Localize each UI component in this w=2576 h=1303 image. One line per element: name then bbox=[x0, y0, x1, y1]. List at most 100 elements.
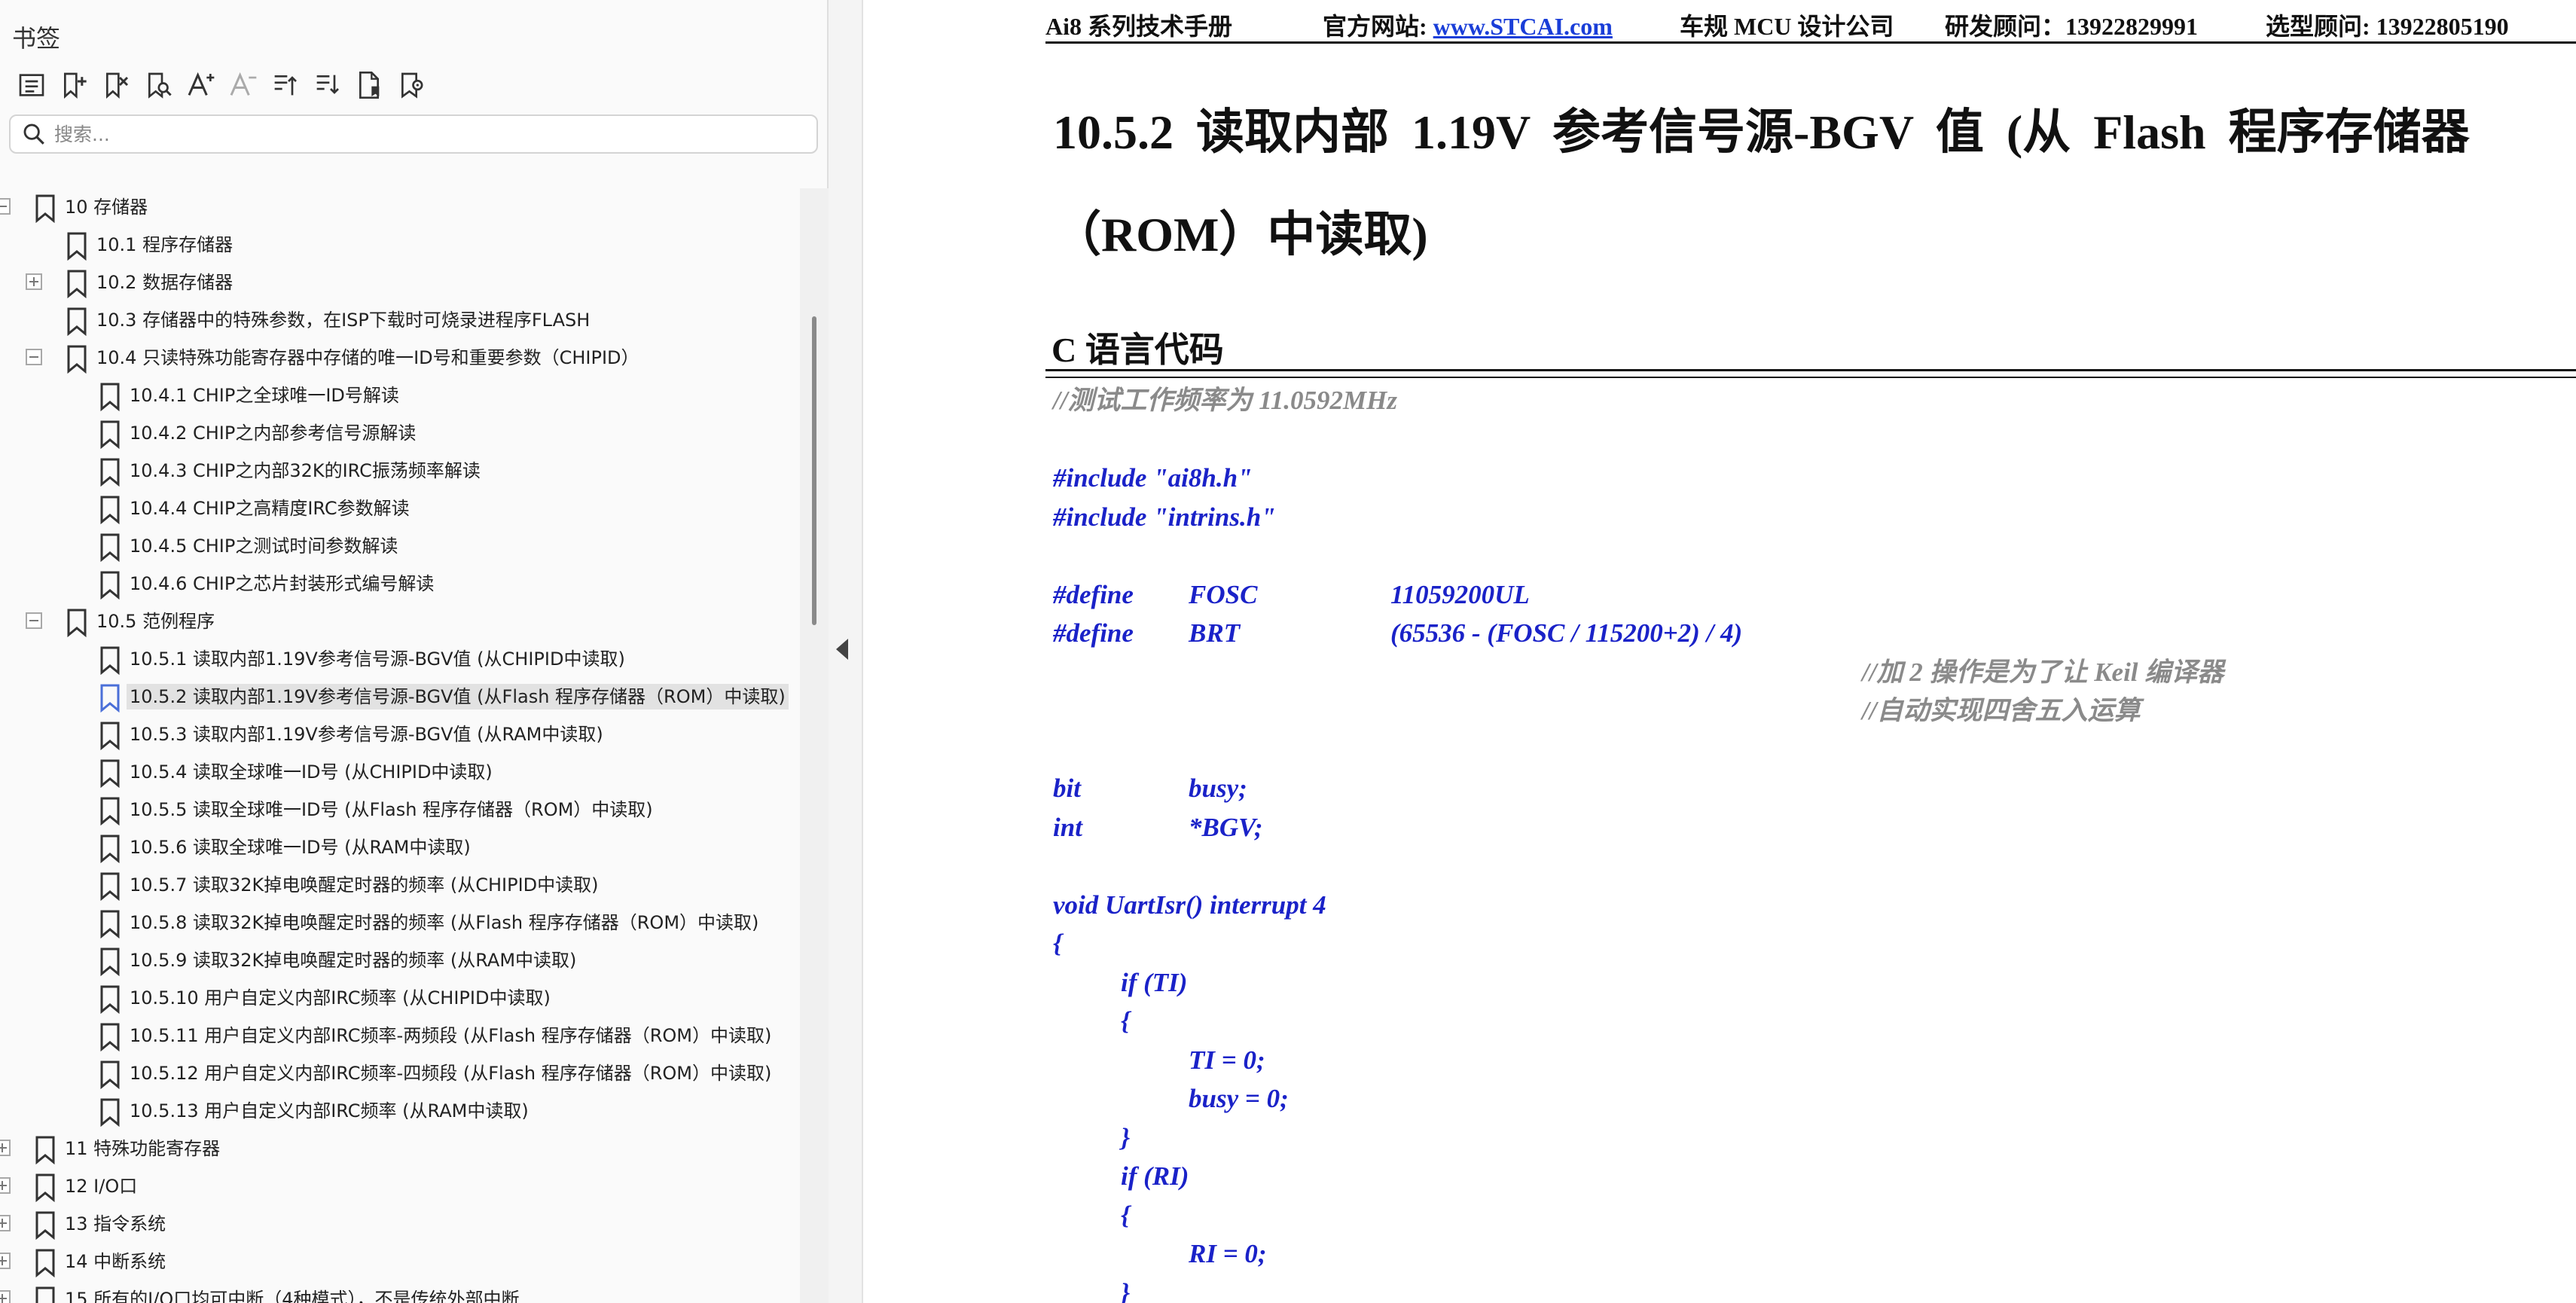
bookmark-icon bbox=[100, 1060, 120, 1089]
tree-item[interactable]: 14 中断系统 bbox=[0, 1243, 800, 1280]
code-comment: //自动实现四舍五入运算 bbox=[1862, 696, 2141, 725]
tree-item[interactable]: 10.4.5 CHIP之测试时间参数解读 bbox=[0, 527, 800, 565]
code-token: #define bbox=[1053, 579, 1134, 609]
tree-item[interactable]: 10.5.8 读取32K掉电唤醒定时器的频率 (从Flash 程序存储器（ROM… bbox=[0, 904, 800, 941]
tree-item-label: 10.4.5 CHIP之测试时间参数解读 bbox=[130, 536, 398, 557]
search-input[interactable] bbox=[54, 123, 792, 145]
tree-item[interactable]: 10.4.3 CHIP之内部32K的IRC振荡频率解读 bbox=[0, 452, 800, 490]
tree-item[interactable]: 10.5 范例程序 bbox=[0, 603, 800, 640]
tree-item[interactable]: 10.5.9 读取32K掉电唤醒定时器的频率 (从RAM中读取) bbox=[0, 941, 800, 979]
tree-item[interactable]: 10.2 数据存储器 bbox=[0, 264, 800, 301]
expand-toggle-icon[interactable] bbox=[0, 1215, 11, 1231]
tree-item-label: 10.5.8 读取32K掉电唤醒定时器的频率 (从Flash 程序存储器（ROM… bbox=[130, 912, 759, 933]
code-token: RI = 0; bbox=[1189, 1239, 1267, 1268]
tree-item[interactable]: 10.5.1 读取内部1.19V参考信号源-BGV值 (从CHIPID中读取) bbox=[0, 640, 800, 678]
add-bookmark-button[interactable] bbox=[53, 66, 95, 104]
font-increase-button[interactable] bbox=[179, 66, 221, 104]
tree-item-label: 10.3 存储器中的特殊参数，在ISP下载时可烧录进程序FLASH bbox=[96, 310, 591, 331]
bookmark-scrollbar[interactable] bbox=[800, 188, 829, 1303]
tree-item[interactable]: 10.5.3 读取内部1.19V参考信号源-BGV值 (从RAM中读取) bbox=[0, 716, 800, 753]
code-token: bit bbox=[1053, 774, 1081, 803]
header-rule bbox=[1045, 41, 2576, 44]
tree-item[interactable]: 10.4.2 CHIP之内部参考信号源解读 bbox=[0, 414, 800, 452]
tree-item[interactable]: 12 I/O口 bbox=[0, 1167, 800, 1205]
bookmark-icon bbox=[35, 1249, 55, 1277]
code-token: if (RI) bbox=[1121, 1161, 1189, 1191]
font-increase-icon bbox=[188, 72, 215, 96]
tree-item[interactable]: 10.5.11 用户自定义内部IRC频率-两频段 (从Flash 程序存储器（R… bbox=[0, 1017, 800, 1054]
code-token: void UartIsr() interrupt 4 bbox=[1053, 890, 1326, 920]
heading-rule bbox=[1045, 369, 2576, 371]
tree-item[interactable]: 13 指令系统 bbox=[0, 1205, 800, 1243]
bookmark-icon bbox=[67, 609, 87, 637]
tree-item-label: 10.4 只读特殊功能寄存器中存储的唯一ID号和重要参数（CHIPID） bbox=[96, 347, 639, 368]
font-decrease-button[interactable] bbox=[221, 66, 264, 104]
tree-item-label: 10.5.4 读取全球唯一ID号 (从CHIPID中读取) bbox=[130, 761, 493, 783]
section-title-line1: 10.5.2 读取内部 1.19V 参考信号源-BGV 值 (从 Flash 程… bbox=[1053, 105, 2470, 159]
collapse-toggle-icon[interactable] bbox=[26, 612, 42, 629]
tree-item[interactable]: 10.5.6 读取全球唯一ID号 (从RAM中读取) bbox=[0, 828, 800, 866]
bookmark-icon bbox=[100, 835, 120, 863]
scrollbar-thumb[interactable] bbox=[812, 316, 816, 625]
tree-item-label: 10.5.7 读取32K掉电唤醒定时器的频率 (从CHIPID中读取) bbox=[130, 874, 599, 896]
tree-item[interactable]: 10.3 存储器中的特殊参数，在ISP下载时可烧录进程序FLASH bbox=[0, 301, 800, 339]
code-heading: C 语言代码 bbox=[1051, 331, 1224, 369]
tree-item-label: 15 所有的I/O口均可中断（4种模式），不是传统外部中断 bbox=[65, 1289, 520, 1303]
tree-item-label: 10.5.12 用户自定义内部IRC频率-四频段 (从Flash 程序存储器（R… bbox=[130, 1063, 772, 1084]
collapse-toggle-icon[interactable] bbox=[26, 349, 42, 365]
delete-bookmark-button[interactable] bbox=[95, 66, 137, 104]
panel-title: 书签 bbox=[12, 24, 61, 53]
outline-button[interactable] bbox=[11, 66, 53, 104]
bookmark-icon bbox=[100, 420, 120, 449]
header-site-link[interactable]: www.STCAI.com bbox=[1433, 13, 1613, 40]
tree-item[interactable]: 10 存储器 bbox=[0, 188, 800, 226]
expand-toggle-icon[interactable] bbox=[0, 1290, 11, 1303]
collapse-all-button[interactable] bbox=[306, 66, 348, 104]
search-box[interactable] bbox=[9, 114, 818, 154]
tree-item[interactable]: 10.5.13 用户自定义内部IRC频率 (从RAM中读取) bbox=[0, 1092, 800, 1130]
header-company: 车规 MCU 设计公司 bbox=[1680, 13, 1894, 40]
bookmark-icon bbox=[100, 533, 120, 562]
code-token: int bbox=[1053, 812, 1082, 842]
code-token: if (TI) bbox=[1121, 967, 1188, 997]
page-header: Ai8 系列技术手册 官方网站: www.STCAI.com 车规 MCU 设计… bbox=[1045, 6, 2576, 41]
collapse-toggle-icon[interactable] bbox=[0, 198, 11, 215]
expand-toggle-icon[interactable] bbox=[26, 273, 42, 290]
header-sales-contact: 选型顾问: 13922805190 bbox=[2266, 13, 2509, 40]
tree-item[interactable]: 10.4.1 CHIP之全球唯一ID号解读 bbox=[0, 377, 800, 414]
bookmark-icon bbox=[100, 985, 120, 1014]
bookmark-icon bbox=[100, 496, 120, 524]
collapse-panel-icon[interactable] bbox=[836, 639, 848, 660]
bookmark-icon bbox=[100, 458, 120, 487]
bookmark-icon bbox=[35, 1211, 55, 1240]
expand-toggle-icon[interactable] bbox=[0, 1140, 11, 1156]
tree-item[interactable]: 10.5.7 读取32K掉电唤醒定时器的频率 (从CHIPID中读取) bbox=[0, 866, 800, 904]
tree-item-label: 10.5.11 用户自定义内部IRC频率-两频段 (从Flash 程序存储器（R… bbox=[130, 1025, 772, 1046]
tree-item[interactable]: 10.5.12 用户自定义内部IRC频率-四频段 (从Flash 程序存储器（R… bbox=[0, 1054, 800, 1092]
tree-item[interactable]: 10.5.10 用户自定义内部IRC频率 (从CHIPID中读取) bbox=[0, 979, 800, 1017]
expand-toggle-icon[interactable] bbox=[0, 1177, 11, 1194]
document-view: Ai8 系列技术手册 官方网站: www.STCAI.com 车规 MCU 设计… bbox=[865, 0, 2576, 1303]
bookmark-icon bbox=[100, 571, 120, 600]
find-bookmark-button[interactable] bbox=[137, 66, 179, 104]
tree-item[interactable]: 10.4.6 CHIP之芯片封装形式编号解读 bbox=[0, 565, 800, 603]
bookmark-icon bbox=[67, 307, 87, 336]
bookmark-page-button[interactable] bbox=[348, 66, 390, 104]
bookmark-icon bbox=[100, 872, 120, 901]
tree-item[interactable]: 10.1 程序存储器 bbox=[0, 226, 800, 264]
tree-item[interactable]: 10.5.2 读取内部1.19V参考信号源-BGV值 (从Flash 程序存储器… bbox=[0, 678, 800, 716]
tree-item[interactable]: 10.4.4 CHIP之高精度IRC参数解读 bbox=[0, 490, 800, 527]
tree-item-label: 10.4.2 CHIP之内部参考信号源解读 bbox=[130, 423, 417, 444]
tree-item[interactable]: 15 所有的I/O口均可中断（4种模式），不是传统外部中断 bbox=[0, 1280, 800, 1303]
tree-item[interactable]: 10.5.4 读取全球唯一ID号 (从CHIPID中读取) bbox=[0, 753, 800, 791]
code-token: BRT bbox=[1189, 618, 1241, 648]
expand-all-button[interactable] bbox=[264, 66, 306, 104]
tree-item[interactable]: 11 特殊功能寄存器 bbox=[0, 1130, 800, 1167]
tree-item[interactable]: 10.5.5 读取全球唯一ID号 (从Flash 程序存储器（ROM）中读取) bbox=[0, 791, 800, 828]
expand-toggle-icon[interactable] bbox=[0, 1253, 11, 1269]
tree-item-label: 10.5.10 用户自定义内部IRC频率 (从CHIPID中读取) bbox=[130, 987, 551, 1009]
panel-splitter[interactable] bbox=[829, 0, 863, 1303]
tree-item[interactable]: 10.4 只读特殊功能寄存器中存储的唯一ID号和重要参数（CHIPID） bbox=[0, 339, 800, 377]
header-site-label: 官方网站: bbox=[1323, 13, 1433, 40]
bookmark-settings-button[interactable] bbox=[390, 66, 432, 104]
